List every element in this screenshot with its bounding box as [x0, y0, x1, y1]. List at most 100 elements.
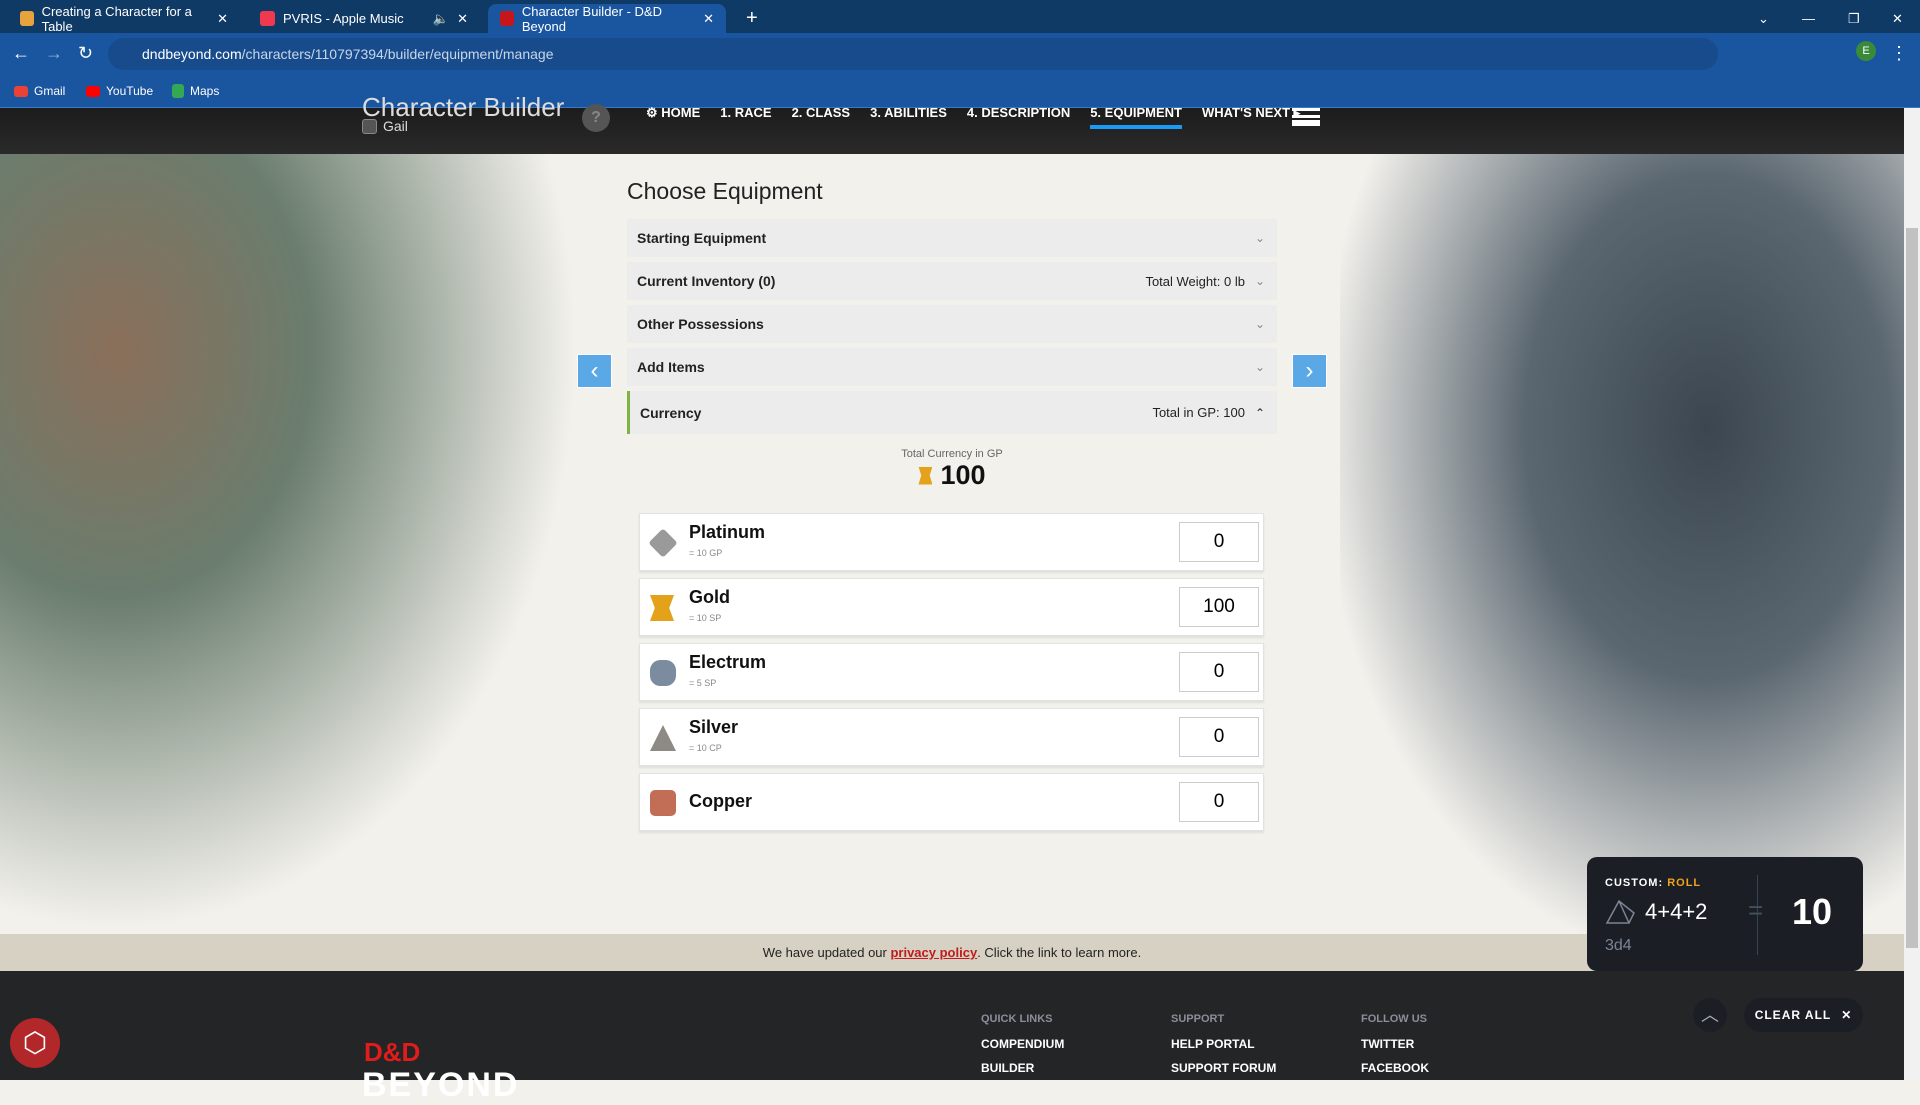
forward-icon[interactable]: → — [45, 43, 63, 64]
section-add-items[interactable]: Add Items⌄ — [627, 348, 1277, 386]
nav-label: HOME — [661, 105, 700, 120]
url-path: /characters/110797394/builder/equipment/… — [242, 46, 554, 62]
nav-label: WHAT'S NEXT — [1202, 105, 1290, 120]
nav-abilities[interactable]: 3. ABILITIES — [870, 108, 947, 129]
footer-link[interactable]: BUILDER — [981, 1061, 1064, 1075]
close-tab-icon[interactable]: ✕ — [217, 11, 228, 27]
footer-heading: SUPPORT — [1171, 1013, 1276, 1025]
nav-whats-next[interactable]: WHAT'S NEXT ▸ — [1202, 108, 1300, 129]
coin-row-electrum: Electrum = 5 SP — [639, 643, 1264, 701]
footer-link[interactable]: HELP PORTAL — [1171, 1037, 1276, 1051]
browser-tab[interactable]: PVRIS - Apple Music🔈✕ — [248, 4, 480, 33]
total-currency-label: Total Currency in GP — [627, 448, 1277, 460]
total-weight: Total Weight: 0 lb — [1145, 274, 1244, 289]
section-label: Currency — [640, 405, 701, 421]
menu-icon[interactable]: ⋮ — [1890, 43, 1908, 64]
address-bar-row: ← → ↻ dndbeyond.com/characters/110797394… — [0, 33, 1920, 76]
gmail-icon — [14, 86, 28, 97]
coin-rate: = 10 CP — [689, 743, 722, 753]
back-icon[interactable]: ← — [12, 43, 30, 64]
silver-coin-icon — [650, 725, 676, 751]
silver-input[interactable] — [1179, 717, 1259, 757]
maps-icon — [172, 84, 184, 98]
profile-avatar[interactable]: E — [1856, 41, 1876, 61]
platinum-input[interactable] — [1179, 522, 1259, 562]
section-currency[interactable]: CurrencyTotal in GP: 100⌃ — [627, 391, 1277, 434]
footer-link[interactable]: SUPPORT FORUM — [1171, 1061, 1276, 1075]
equals-sign: = — [1748, 895, 1763, 926]
dice-roll-result: CUSTOM: ROLL 4+4+2 3d4 = 10 — [1587, 857, 1863, 971]
privacy-policy-link[interactable]: privacy policy — [890, 945, 977, 960]
gold-coin-icon — [918, 467, 932, 485]
section-label: Current Inventory (0) — [637, 273, 775, 289]
section-label: Add Items — [637, 359, 705, 375]
electrum-coin-icon — [650, 660, 676, 686]
tab-favicon-icon — [20, 11, 34, 26]
footer-heading: QUICK LINKS — [981, 1013, 1064, 1025]
close-icon: ✕ — [1841, 1008, 1852, 1022]
d4-icon — [1605, 899, 1635, 925]
section-starting-equipment[interactable]: Starting Equipment⌄ — [627, 219, 1277, 257]
scrollbar-thumb[interactable] — [1906, 228, 1918, 948]
browser-tab[interactable]: Creating a Character for a Table✕ — [8, 4, 240, 33]
gold-coin-icon — [650, 595, 674, 621]
close-tab-icon[interactable]: ✕ — [457, 11, 468, 27]
dnd-logo: D&D — [364, 1037, 420, 1068]
platinum-coin-icon — [648, 528, 677, 557]
coin-row-gold: Gold = 10 SP — [639, 578, 1264, 636]
coin-row-silver: Silver = 10 CP — [639, 708, 1264, 766]
footer-quick-links: QUICK LINKS COMPENDIUM BUILDER — [981, 1013, 1064, 1085]
prev-step-button[interactable]: ‹ — [577, 354, 612, 388]
url-input[interactable]: dndbeyond.com/characters/110797394/build… — [108, 38, 1718, 70]
next-step-button[interactable]: › — [1292, 354, 1327, 388]
copper-coin-icon — [650, 790, 676, 816]
chevron-up-icon: ⌃ — [1255, 406, 1265, 420]
nav-class[interactable]: 2. CLASS — [792, 108, 851, 129]
footer-link[interactable]: COMPENDIUM — [981, 1037, 1064, 1051]
roll-notation: 3d4 — [1605, 937, 1632, 955]
help-button[interactable]: ? — [582, 104, 610, 132]
dice-roller-icon[interactable]: ⬡ — [10, 1018, 60, 1068]
bookmark-gmail[interactable]: Gmail — [14, 84, 65, 98]
browser-tab-active[interactable]: Character Builder - D&D Beyond ✕ — [488, 4, 726, 33]
new-tab-button[interactable]: + — [734, 4, 770, 33]
browser-tab-bar: Creating a Character for a Table✕ PVRIS … — [0, 0, 1920, 33]
nav-equipment[interactable]: 5. EQUIPMENT — [1090, 108, 1182, 129]
coin-name: Copper — [689, 791, 752, 812]
reload-icon[interactable]: ↻ — [78, 43, 93, 64]
hamburger-menu-icon[interactable] — [1292, 108, 1320, 126]
tab-title: Character Builder - D&D Beyond — [522, 4, 695, 34]
bookmark-youtube[interactable]: YouTube — [86, 84, 153, 98]
privacy-text: We have updated our — [763, 945, 891, 960]
close-window-icon[interactable]: ✕ — [1880, 4, 1915, 33]
nav-race[interactable]: 1. RACE — [720, 108, 771, 129]
electrum-input[interactable] — [1179, 652, 1259, 692]
footer-link[interactable]: FACEBOOK — [1361, 1061, 1429, 1075]
bookmark-maps[interactable]: Maps — [172, 84, 219, 98]
coin-name: Gold — [689, 587, 730, 608]
total-currency-value: 100 — [940, 460, 985, 491]
coin-row-platinum: Platinum = 10 GP — [639, 513, 1264, 571]
avatar — [362, 119, 377, 134]
close-tab-icon[interactable]: ✕ — [703, 11, 714, 27]
equipment-panel: Choose Equipment Starting Equipment⌄ Cur… — [627, 170, 1277, 439]
gold-input[interactable] — [1179, 587, 1259, 627]
footer-link[interactable]: TWITTER — [1361, 1037, 1429, 1051]
coin-name: Platinum — [689, 522, 765, 543]
nav-home[interactable]: ⚙ HOME — [646, 108, 700, 129]
section-other-possessions[interactable]: Other Possessions⌄ — [627, 305, 1277, 343]
expand-rolls-button[interactable]: ︿ — [1693, 998, 1727, 1032]
restore-icon[interactable]: ❐ — [1836, 4, 1872, 33]
minimize-icon[interactable]: — — [1790, 4, 1827, 33]
mute-icon[interactable]: 🔈 — [433, 11, 449, 27]
site-header: Character Builder Gail ? ⚙ HOME 1. RACE … — [0, 108, 1920, 154]
page-scrollbar[interactable] — [1904, 108, 1920, 1080]
character-name[interactable]: Gail — [362, 118, 408, 134]
tab-favicon-icon — [500, 11, 514, 26]
nav-description[interactable]: 4. DESCRIPTION — [967, 108, 1070, 129]
copper-input[interactable] — [1179, 782, 1259, 822]
clear-all-button[interactable]: CLEAR ALL✕ — [1744, 998, 1863, 1032]
section-current-inventory[interactable]: Current Inventory (0)Total Weight: 0 lb⌄ — [627, 262, 1277, 300]
tab-search-icon[interactable]: ⌄ — [1746, 4, 1781, 33]
page-title: Choose Equipment — [627, 178, 1277, 205]
